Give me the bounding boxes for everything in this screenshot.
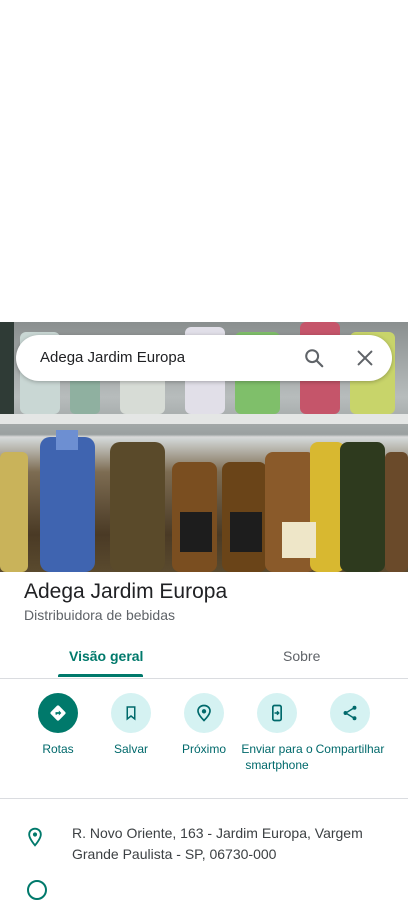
search-bar[interactable]: Adega Jardim Europa <box>16 335 392 381</box>
nearby-icon <box>197 704 211 722</box>
bookmark-icon <box>126 706 136 721</box>
send-to-phone-icon <box>272 704 282 722</box>
share-icon <box>343 705 357 721</box>
tab-bar: Visão geral Sobre <box>0 636 408 679</box>
close-icon[interactable] <box>354 347 376 369</box>
nearby-label: Próximo <box>181 742 226 756</box>
active-tab-indicator <box>58 674 143 677</box>
share-label: Compartilhar <box>315 742 385 756</box>
action-row: Rotas Salvar Próximo Enviar para o smart… <box>0 693 408 799</box>
place-category: Distribuidora de bebidas <box>24 607 175 623</box>
send-to-phone-button[interactable]: Enviar para o smartphone <box>239 693 315 773</box>
search-query[interactable]: Adega Jardim Europa <box>40 349 185 366</box>
tab-about[interactable]: Sobre <box>283 648 320 664</box>
share-button[interactable]: Compartilhar <box>312 693 388 757</box>
save-button[interactable]: Salvar <box>93 693 169 757</box>
directions-button[interactable]: Rotas <box>20 693 96 757</box>
place-title: Adega Jardim Europa <box>24 580 228 603</box>
hours-icon <box>27 880 47 900</box>
directions-label: Rotas <box>42 742 74 756</box>
tab-overview[interactable]: Visão geral <box>69 648 143 664</box>
directions-icon <box>50 705 66 721</box>
save-label: Salvar <box>113 742 148 756</box>
location-pin-icon <box>28 827 42 847</box>
search-icon[interactable] <box>303 347 325 369</box>
send-to-phone-label: Enviar para o smartphone <box>241 742 313 772</box>
map-blank-area <box>0 0 408 322</box>
address-text[interactable]: R. Novo Oriente, 163 - Jardim Europa, Va… <box>72 823 392 865</box>
nearby-button[interactable]: Próximo <box>166 693 242 757</box>
